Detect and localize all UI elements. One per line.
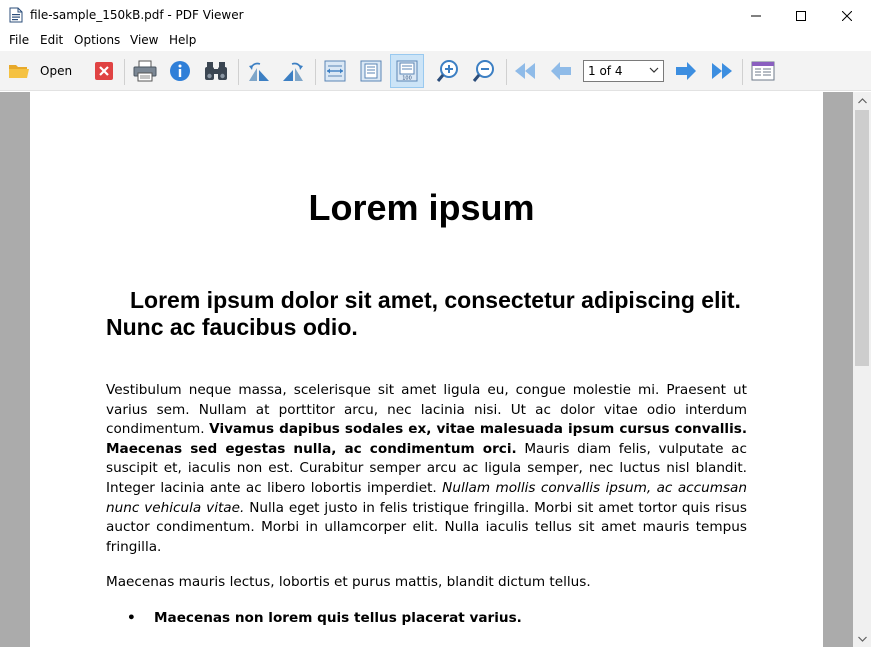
open-folder-icon — [9, 65, 29, 78]
fit-width-icon — [324, 60, 346, 82]
fit-width-button[interactable] — [319, 55, 351, 87]
zoom-in-icon — [436, 60, 458, 82]
print-button[interactable] — [129, 55, 161, 87]
next-page-button[interactable] — [670, 55, 702, 87]
close-document-button[interactable] — [88, 55, 120, 87]
find-binoculars-icon — [205, 62, 227, 80]
close-window-button[interactable] — [824, 0, 870, 31]
body-paragraph-1: Vestibulum neque massa, scelerisque sit … — [106, 381, 747, 557]
open-button[interactable]: Open — [4, 55, 74, 87]
info-icon — [170, 61, 190, 81]
actual-size-icon: 100 — [396, 60, 418, 82]
svg-text:100: 100 — [402, 76, 412, 82]
chevron-down-icon — [857, 636, 867, 642]
last-page-button[interactable] — [706, 55, 738, 87]
document-title: Lorem ipsum — [308, 187, 535, 228]
vertical-scrollbar[interactable] — [853, 92, 871, 647]
page-number-value: 1 of 4 — [588, 64, 623, 78]
open-button-label: Open — [40, 64, 73, 78]
menu-view[interactable]: View — [129, 33, 159, 47]
bullet-icon: • — [127, 610, 136, 626]
zoom-out-icon — [472, 60, 494, 82]
toolbar-separator — [315, 59, 316, 85]
menu-help[interactable]: Help — [168, 33, 197, 47]
window-title: file-sample_150kB.pdf - PDF Viewer — [30, 8, 244, 22]
last-page-icon — [712, 63, 732, 79]
body-paragraph-2: Maecenas mauris lectus, lobortis et puru… — [106, 574, 591, 590]
title-bar: file-sample_150kB.pdf - PDF Viewer — [0, 0, 871, 31]
zoom-out-button[interactable] — [468, 55, 500, 87]
fit-page-icon — [360, 60, 382, 82]
previous-page-icon — [551, 62, 571, 80]
minimize-button[interactable] — [733, 0, 779, 31]
menu-bar: File Edit Options View Help — [0, 31, 871, 51]
toolbar: Open 100 1 of 4 — [0, 51, 871, 91]
close-icon — [842, 10, 852, 21]
document-viewport[interactable]: Lorem ipsum Lorem ipsum dolor sit amet, … — [0, 92, 853, 647]
list-item-text: Maecenas non lorem quis tellus placerat … — [154, 610, 522, 626]
rotate-left-button[interactable] — [242, 55, 274, 87]
print-icon — [133, 60, 157, 82]
page-number-select[interactable]: 1 of 4 — [583, 60, 664, 82]
fit-page-button[interactable] — [355, 55, 387, 87]
actual-size-button[interactable]: 100 — [390, 54, 424, 88]
maximize-icon — [796, 10, 806, 21]
toolbar-separator — [742, 59, 743, 85]
zoom-in-button[interactable] — [432, 55, 464, 87]
menu-file[interactable]: File — [8, 33, 30, 47]
pdf-app-icon — [9, 7, 23, 23]
chevron-down-icon — [649, 67, 659, 73]
previous-page-button[interactable] — [545, 55, 577, 87]
menu-options[interactable]: Options — [73, 33, 121, 47]
pdf-page: Lorem ipsum Lorem ipsum dolor sit amet, … — [30, 92, 823, 647]
sidebar-toggle-icon — [751, 61, 775, 81]
toolbar-separator — [238, 59, 239, 85]
scroll-thumb[interactable] — [855, 110, 869, 366]
chevron-up-icon — [857, 97, 867, 103]
toolbar-separator — [124, 59, 125, 85]
rotate-right-button[interactable] — [278, 55, 310, 87]
document-info-button[interactable] — [164, 55, 196, 87]
close-document-icon — [95, 62, 113, 80]
maximize-button[interactable] — [778, 0, 824, 31]
find-button[interactable] — [200, 55, 232, 87]
first-page-icon — [515, 63, 535, 79]
sidebar-toggle-button[interactable] — [747, 55, 779, 87]
next-page-icon — [676, 62, 696, 80]
menu-edit[interactable]: Edit — [39, 33, 64, 47]
scroll-down-button[interactable] — [853, 630, 871, 647]
minimize-icon — [751, 15, 761, 16]
first-page-button[interactable] — [509, 55, 541, 87]
toolbar-separator — [506, 59, 507, 85]
document-subtitle: Lorem ipsum dolor sit amet, consectetur … — [106, 287, 741, 340]
scroll-up-button[interactable] — [853, 92, 871, 109]
rotate-left-icon — [249, 62, 269, 81]
rotate-right-icon — [283, 62, 303, 81]
